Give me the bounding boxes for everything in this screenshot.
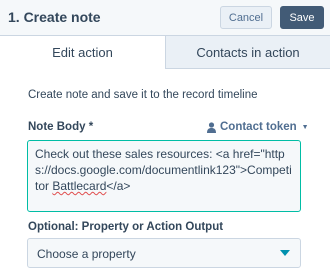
dropdown-caret-icon — [280, 250, 290, 256]
action-description: Create note and save it to the record ti… — [28, 89, 258, 101]
contact-token-label: Contact token — [220, 121, 297, 133]
cancel-button[interactable]: Cancel — [220, 6, 272, 29]
tab-contacts-in-action[interactable]: Contacts in action — [166, 36, 330, 69]
tab-bar: Edit action Contacts in action — [0, 36, 330, 69]
property-label: Optional: Property or Action Output — [28, 221, 224, 233]
property-select[interactable]: Choose a property — [27, 238, 301, 268]
property-select-value: Choose a property — [37, 247, 136, 261]
save-button[interactable]: Save — [280, 6, 324, 29]
tab-edit-action[interactable]: Edit action — [0, 36, 166, 69]
note-body-textarea[interactable]: Check out these sales resources: <a href… — [27, 140, 301, 212]
note-body-text-end: </a> — [106, 179, 131, 193]
panel-title: 1. Create note — [8, 9, 101, 25]
note-body-label: Note Body * — [28, 121, 94, 133]
contact-token-button[interactable]: Contact token ▼ — [207, 120, 309, 134]
chevron-down-icon: ▼ — [301, 123, 309, 131]
person-icon — [207, 121, 216, 133]
note-body-misspelled-word: Battlecard — [52, 179, 107, 193]
action-header: 1. Create note Cancel Save — [0, 0, 330, 36]
